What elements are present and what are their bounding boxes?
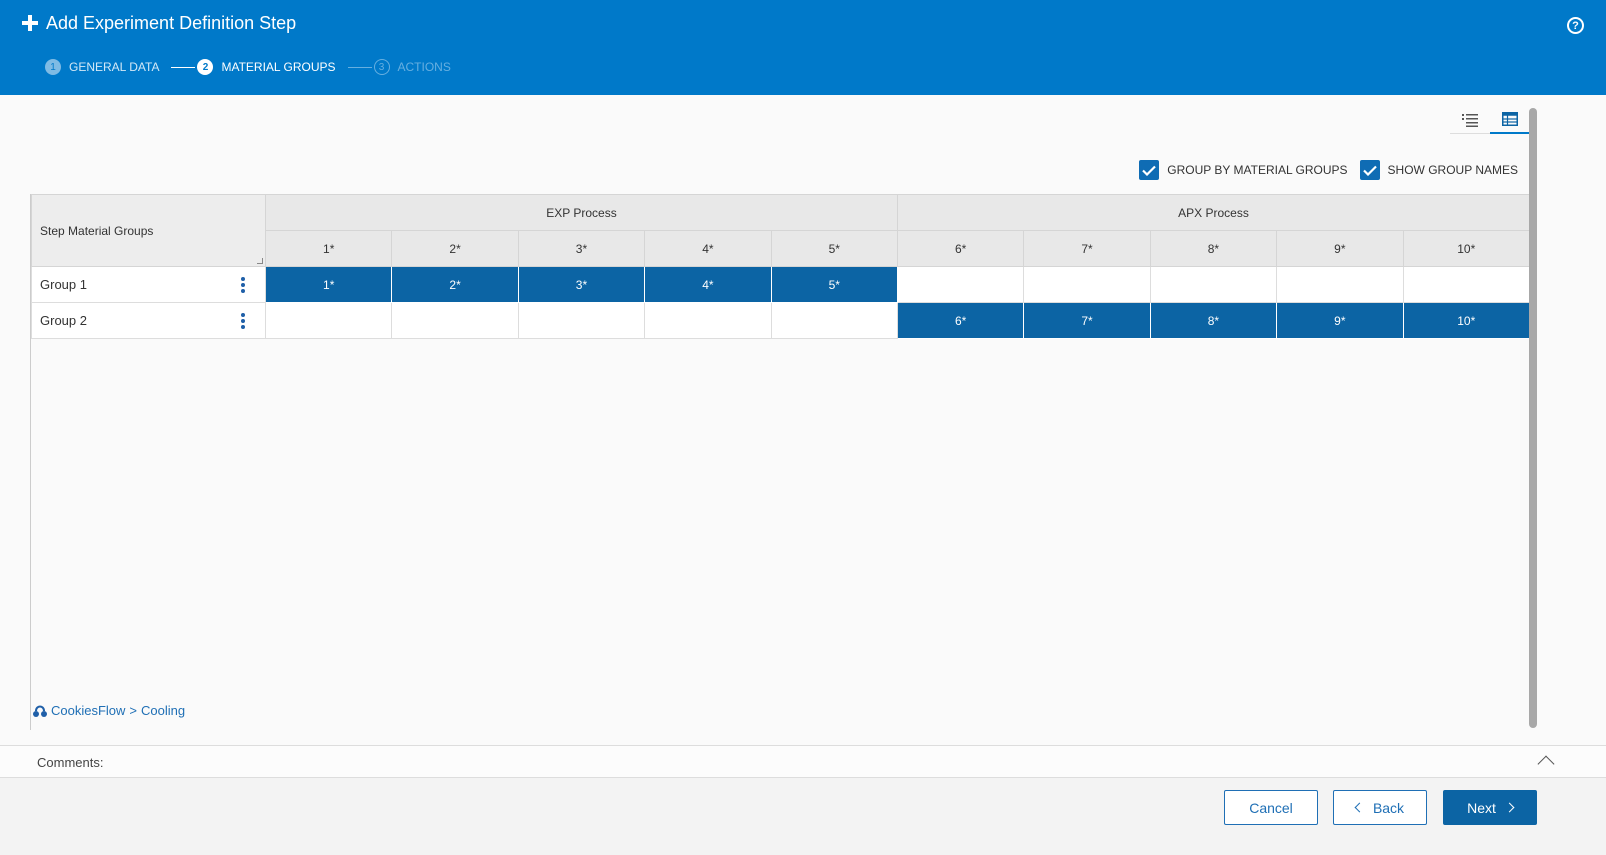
table-row: Group 2 6* 7* 8* 9* 10* bbox=[31, 302, 1531, 339]
list-view-button[interactable] bbox=[1450, 106, 1490, 134]
grid-cell[interactable] bbox=[896, 266, 1025, 303]
check-icon bbox=[1362, 165, 1377, 176]
checkbox-label: SHOW GROUP NAMES bbox=[1387, 163, 1518, 177]
column-header: 4* bbox=[644, 230, 772, 267]
column-header: 9* bbox=[1276, 230, 1404, 267]
step-connector bbox=[347, 66, 372, 68]
process-header-exp: EXP Process bbox=[265, 194, 898, 231]
group-by-material-groups-checkbox[interactable]: GROUP BY MATERIAL GROUPS bbox=[1139, 160, 1348, 180]
column-header: 10* bbox=[1402, 230, 1531, 267]
step-material-groups[interactable]: 2 MATERIAL GROUPS bbox=[197, 59, 336, 75]
group-name: Group 2 bbox=[40, 313, 87, 328]
grid-cell[interactable] bbox=[1149, 266, 1278, 303]
step-label: ACTIONS bbox=[397, 60, 451, 74]
check-icon bbox=[1142, 165, 1157, 176]
flow-icon bbox=[33, 705, 47, 717]
step-number: 1 bbox=[45, 59, 61, 75]
step-connector bbox=[171, 66, 196, 68]
vertical-scrollbar[interactable] bbox=[1529, 108, 1537, 728]
column-header: 3* bbox=[517, 230, 646, 267]
grid-cell[interactable] bbox=[1023, 266, 1151, 303]
corner-header-label: Step Material Groups bbox=[40, 223, 154, 238]
material-groups-grid: Step Material Groups EXP Process APX Pro… bbox=[30, 194, 1531, 730]
column-header: 8* bbox=[1149, 230, 1278, 267]
grid-cell[interactable] bbox=[770, 302, 898, 339]
breadcrumb-flow[interactable]: CookiesFlow bbox=[51, 703, 125, 718]
table-view-icon bbox=[1502, 112, 1518, 126]
cancel-label: Cancel bbox=[1249, 799, 1293, 816]
column-header: 7* bbox=[1023, 230, 1151, 267]
next-label: Next bbox=[1467, 799, 1496, 816]
chevron-right-icon bbox=[1504, 802, 1515, 813]
view-toggle bbox=[1450, 106, 1530, 134]
help-icon[interactable]: ? bbox=[1567, 17, 1584, 34]
process-header-row: Step Material Groups EXP Process APX Pro… bbox=[31, 194, 1531, 267]
grid-cell[interactable]: 3* bbox=[517, 266, 646, 303]
flow-breadcrumb[interactable]: CookiesFlow > Cooling bbox=[32, 702, 185, 718]
page-title: Add Experiment Definition Step bbox=[46, 12, 297, 33]
header: Add Experiment Definition Step ? 1 GENER… bbox=[0, 0, 1606, 95]
list-view-icon bbox=[1462, 113, 1478, 127]
grid-cell[interactable]: 8* bbox=[1149, 302, 1278, 339]
kebab-menu-icon[interactable] bbox=[241, 277, 245, 293]
row-name-cell: Group 2 bbox=[31, 302, 266, 339]
step-number: 3 bbox=[373, 59, 390, 75]
chevron-up-icon[interactable] bbox=[1537, 755, 1555, 773]
wizard-stepper: 1 GENERAL DATA 2 MATERIAL GROUPS 3 ACTIO… bbox=[45, 58, 451, 76]
breadcrumb-step[interactable]: Cooling bbox=[141, 703, 185, 718]
table-row: Group 1 1* 2* 3* 4* 5* bbox=[31, 266, 1531, 303]
grid-cell[interactable]: 2* bbox=[391, 266, 519, 303]
grid-cell[interactable]: 10* bbox=[1402, 302, 1531, 339]
show-group-names-checkbox[interactable]: SHOW GROUP NAMES bbox=[1359, 160, 1518, 180]
chevron-left-icon bbox=[1354, 802, 1365, 813]
column-header: 6* bbox=[896, 230, 1025, 267]
grid-cell[interactable] bbox=[517, 302, 646, 339]
kebab-menu-icon[interactable] bbox=[241, 313, 245, 329]
back-button[interactable]: Back bbox=[1333, 790, 1427, 825]
comments-panel[interactable]: Comments: bbox=[0, 745, 1606, 778]
resize-handle-icon[interactable] bbox=[257, 258, 263, 264]
comments-label: Comments: bbox=[37, 755, 104, 770]
process-header-apx: APX Process bbox=[896, 194, 1531, 231]
checkbox[interactable] bbox=[1139, 160, 1160, 180]
step-general-data[interactable]: 1 GENERAL DATA bbox=[45, 59, 159, 75]
column-header: 1* bbox=[264, 230, 393, 267]
checkbox-label: GROUP BY MATERIAL GROUPS bbox=[1167, 163, 1348, 177]
next-button[interactable]: Next bbox=[1443, 790, 1537, 825]
grid-cell[interactable] bbox=[1276, 266, 1404, 303]
grid-cell[interactable] bbox=[391, 302, 519, 339]
grid-cell[interactable]: 4* bbox=[644, 266, 772, 303]
back-label: Back bbox=[1372, 799, 1405, 816]
column-header: 2* bbox=[391, 230, 519, 267]
grid-cell[interactable]: 5* bbox=[770, 266, 898, 303]
breadcrumb-separator: > bbox=[129, 702, 138, 718]
material-groups-table: Step Material Groups EXP Process APX Pro… bbox=[31, 194, 1531, 339]
row-name-cell: Group 1 bbox=[31, 266, 266, 303]
title-row: Add Experiment Definition Step bbox=[22, 10, 296, 36]
grid-cell[interactable] bbox=[264, 302, 393, 339]
corner-header: Step Material Groups bbox=[31, 194, 266, 267]
grid-cell[interactable] bbox=[644, 302, 772, 339]
step-label: GENERAL DATA bbox=[69, 60, 160, 74]
cancel-button[interactable]: Cancel bbox=[1224, 790, 1318, 825]
group-name: Group 1 bbox=[40, 277, 87, 292]
step-number: 2 bbox=[197, 59, 214, 75]
grid-cell[interactable]: 6* bbox=[896, 302, 1025, 339]
footer: Cancel Back Next bbox=[0, 778, 1606, 855]
table-view-button[interactable] bbox=[1490, 106, 1530, 134]
grid-cell[interactable] bbox=[1402, 266, 1531, 303]
column-header: 5* bbox=[770, 230, 898, 267]
grid-cell[interactable]: 7* bbox=[1023, 302, 1151, 339]
step-actions[interactable]: 3 ACTIONS bbox=[373, 59, 451, 75]
step-label: MATERIAL GROUPS bbox=[221, 60, 336, 74]
grid-cell[interactable]: 1* bbox=[264, 266, 393, 303]
grid-options: GROUP BY MATERIAL GROUPS SHOW GROUP NAME… bbox=[1127, 160, 1518, 180]
grid-cell[interactable]: 9* bbox=[1276, 302, 1404, 339]
checkbox[interactable] bbox=[1359, 160, 1380, 180]
plus-icon bbox=[22, 15, 38, 31]
